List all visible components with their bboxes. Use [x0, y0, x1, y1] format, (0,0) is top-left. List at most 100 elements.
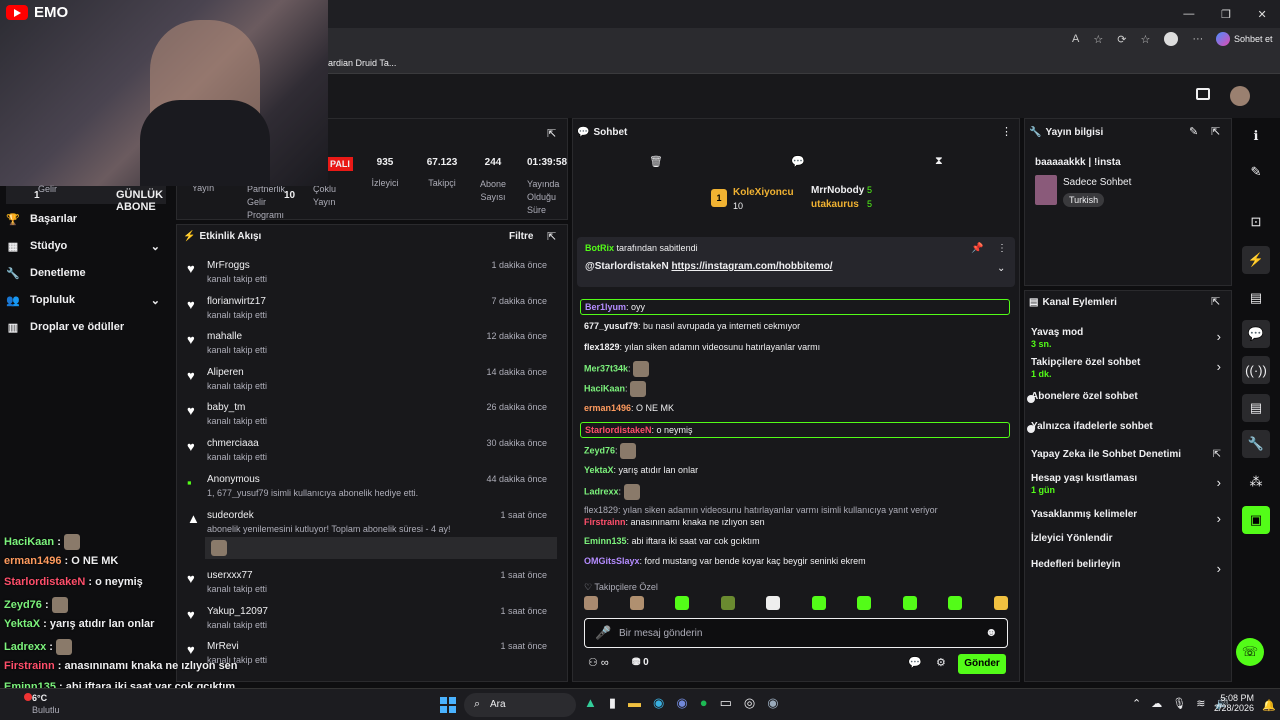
activity-user[interactable]: mahalle	[207, 331, 242, 342]
activity-user[interactable]: Anonymous	[207, 474, 260, 485]
chat-message[interactable]: Ber1lyum: oyy	[580, 299, 1010, 315]
chat-message[interactable]: flex1829: yılan siken adamın videosunu h…	[584, 504, 1014, 530]
extensions-icon[interactable]: ⟳	[1117, 33, 1126, 46]
broadcast-icon[interactable]: ((·))	[1242, 356, 1270, 384]
clock[interactable]: 5:08 PM 2/28/2026	[1210, 693, 1254, 713]
category-thumbnail[interactable]	[1035, 175, 1057, 205]
activity-user[interactable]: baby_tm	[207, 402, 245, 413]
emote-icon[interactable]	[766, 596, 781, 610]
document-icon[interactable]: ▤	[1242, 284, 1270, 312]
more-icon[interactable]: ···	[1192, 33, 1203, 45]
popout-icon[interactable]: ⇱	[1211, 125, 1220, 138]
chat-message[interactable]: HaciKaan:	[584, 381, 1014, 397]
chat-username[interactable]: erman1496	[584, 403, 631, 413]
chevron-up-icon[interactable]: ⌃	[1132, 697, 1141, 710]
emote-icon[interactable]	[720, 596, 735, 610]
channel-points-icon[interactable]: ⚇ ∞	[588, 656, 609, 669]
channel-action-item[interactable]: Hesap yaşı kısıtlaması 1 gün ›	[1031, 471, 1227, 497]
channel-action-item[interactable]: Takipçilere özel sohbet 1 dk. ›	[1031, 355, 1227, 381]
emote-icon[interactable]	[629, 596, 644, 610]
more-options-icon[interactable]: ⋮	[997, 243, 1007, 254]
send-button[interactable]: Gönder	[958, 654, 1006, 674]
close-icon[interactable]: ✕	[1257, 8, 1266, 21]
sidebar-item[interactable]: 👥 Topluluk ⌄	[6, 289, 164, 311]
popout-icon[interactable]: ⇱	[1211, 295, 1220, 308]
chat-username[interactable]: Mer37t34k	[584, 363, 628, 373]
chat-message[interactable]: Mer37t34k:	[584, 361, 1014, 377]
activity-user[interactable]: florianwirtz17	[207, 296, 266, 307]
channel-action-item[interactable]: Yalnızca ifadelerle sohbet	[1031, 419, 1227, 445]
sidebar-item[interactable]: ▦ Stüdyo ⌄	[6, 235, 164, 257]
focus-icon[interactable]: ⊡	[1242, 208, 1270, 236]
edit-icon[interactable]: ✎	[1242, 158, 1270, 186]
emote-icon[interactable]	[811, 596, 826, 610]
chat-message[interactable]: Zeyd76:	[584, 443, 1014, 459]
notification-icon[interactable]: 🔔	[1262, 699, 1276, 712]
chat-bubble-icon[interactable]: 💬	[908, 656, 922, 669]
file-icon[interactable]: ▮	[609, 695, 616, 711]
creator-icon[interactable]	[1196, 88, 1210, 100]
chat-message[interactable]: Ladrexx:	[584, 484, 1014, 500]
weather-desc[interactable]: Bulutlu	[32, 705, 60, 715]
gear-icon[interactable]: ⚙	[936, 656, 946, 669]
discord-icon[interactable]: ◉	[676, 695, 687, 711]
trash-icon[interactable]: 🗑	[649, 155, 663, 168]
chat-message[interactable]: 677_yusuf79: bu nasıl avrupada ya intern…	[584, 320, 1014, 332]
chat-message[interactable]: Eminn135: abi iftara iki saat var cok gc…	[584, 535, 1014, 547]
chat-message[interactable]: StarlordistakeN: o neymiş	[580, 422, 1010, 438]
folder-icon[interactable]: ▬	[628, 695, 641, 711]
channel-action-item[interactable]: Yapay Zeka ile Sohbet Denetimi ⇱	[1031, 447, 1227, 473]
terminal-icon[interactable]: ▭	[720, 695, 732, 711]
pinned-message[interactable]: BotRix tarafından sabitlendi @Starlordis…	[577, 237, 1015, 287]
weather-temp[interactable]: 6°C	[32, 693, 47, 703]
cloud-icon[interactable]: ☁	[1151, 697, 1162, 710]
chevron-right-icon[interactable]: ›	[1217, 329, 1221, 344]
copilot-chat-button[interactable]: Sohbet et	[1234, 34, 1273, 44]
filter-button[interactable]: Filtre	[509, 231, 533, 242]
chat-icon[interactable]: 💬	[1242, 320, 1270, 348]
app-icon[interactable]: ▣	[1242, 506, 1270, 534]
emote-icon[interactable]	[993, 596, 1008, 610]
chevron-down-icon[interactable]: ⌄	[151, 294, 160, 307]
hourglass-icon[interactable]: ⧗	[935, 155, 943, 168]
edge-icon[interactable]: ◉	[653, 695, 664, 711]
chat-message[interactable]: flex1829: yılan siken adamın videosunu h…	[584, 341, 1014, 353]
popout-icon[interactable]: ⇱	[547, 127, 556, 140]
channel-action-item[interactable]: Abonelere özel sohbet	[1031, 389, 1227, 415]
chat-input[interactable]: 🎤 Bir mesaj gönderin ☻	[584, 618, 1008, 648]
chat-username[interactable]: Firstrainn	[584, 517, 626, 527]
activity-user[interactable]: MrRevi	[207, 641, 239, 652]
chat-username[interactable]: OMGitsSlayx	[584, 556, 640, 566]
chat-username[interactable]: Eminn135	[584, 536, 627, 546]
chevron-right-icon[interactable]: ›	[1217, 561, 1221, 576]
activity-user[interactable]: userxxx77	[207, 570, 253, 581]
microphone-icon[interactable]: 🎤	[595, 625, 611, 641]
app-icon[interactable]: ▲	[584, 695, 597, 711]
obs-icon[interactable]: ◎	[744, 695, 755, 711]
chevron-right-icon[interactable]: ›	[1217, 511, 1221, 526]
wifi-icon[interactable]: ≋	[1196, 697, 1205, 710]
maximize-icon[interactable]: ❐	[1221, 8, 1231, 21]
external-link-icon[interactable]: ⇱	[1213, 449, 1221, 460]
avatar[interactable]	[1230, 86, 1250, 106]
chat-username[interactable]: flex1829	[584, 342, 620, 352]
chevron-down-icon[interactable]: ⌄	[997, 263, 1005, 274]
activity-user[interactable]: Yakup_12097	[207, 606, 268, 617]
chat-message[interactable]: OMGitsSlayx: ford mustang var bende koya…	[584, 555, 1014, 567]
spotify-icon[interactable]: ●	[700, 695, 708, 711]
favorite-star-icon[interactable]: ☆	[1093, 33, 1103, 46]
sidebar-item[interactable]: 🔧 Denetleme	[6, 262, 164, 284]
chevron-right-icon[interactable]: ›	[1217, 475, 1221, 490]
lightning-icon[interactable]: ⚡	[1242, 246, 1270, 274]
channel-action-item[interactable]: Hedefleri belirleyin ›	[1031, 557, 1227, 583]
chat-message[interactable]: YektaX: yarış atıdır lan onlar	[584, 464, 1014, 476]
message-icon[interactable]: 💬	[791, 155, 805, 168]
list-icon[interactable]: ▤	[1242, 394, 1270, 422]
emote-icon[interactable]	[948, 596, 963, 610]
emote-icon[interactable]	[584, 596, 598, 610]
nodes-icon[interactable]: ⁂	[1242, 468, 1270, 496]
sidebar-item[interactable]: ▥ Droplar ve ödüller	[6, 316, 164, 338]
category-name[interactable]: Sadece Sohbet	[1063, 177, 1131, 188]
channel-action-item[interactable]: Yasaklanmış kelimeler ›	[1031, 507, 1227, 533]
taskbar-search[interactable]: ⌕ Ara	[464, 693, 576, 717]
